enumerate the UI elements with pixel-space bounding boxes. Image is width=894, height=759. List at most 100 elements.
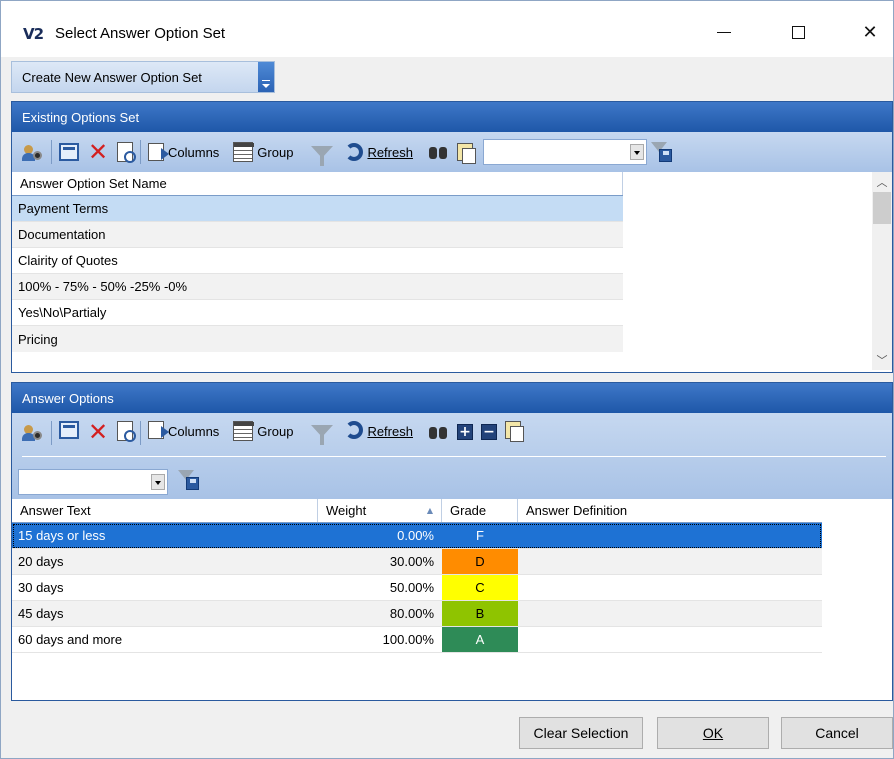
weight-header-label: Weight bbox=[326, 503, 367, 518]
maximize-button[interactable] bbox=[775, 15, 821, 49]
minimize-button[interactable] bbox=[701, 15, 747, 49]
table-row[interactable]: 60 days and more 100.00% A bbox=[12, 627, 822, 653]
answer-text-cell: 45 days bbox=[18, 606, 64, 621]
column-header-answer-option-set-name[interactable]: Answer Option Set Name bbox=[12, 172, 623, 195]
table-row[interactable]: Clairity of Quotes bbox=[12, 248, 623, 274]
grade-cell: A bbox=[442, 627, 518, 652]
create-dropdown-button[interactable] bbox=[258, 62, 274, 92]
answer-options-header: Answer Options bbox=[12, 383, 892, 413]
table-row[interactable]: 15 days or less 0.00% F bbox=[12, 523, 822, 549]
refresh-icon[interactable] bbox=[345, 143, 364, 161]
group-icon[interactable] bbox=[233, 421, 255, 441]
grade-cell: B bbox=[442, 601, 518, 626]
grade-cell: F bbox=[442, 523, 518, 548]
existing-toolbar: ✕ Columns Group Refresh bbox=[12, 132, 892, 172]
clear-selection-button[interactable]: Clear Selection bbox=[519, 717, 643, 749]
columns-icon[interactable] bbox=[148, 143, 169, 161]
answer-definition-cell bbox=[518, 575, 822, 600]
filter-combo[interactable] bbox=[482, 139, 647, 165]
existing-options-header: Existing Options Set bbox=[12, 102, 892, 132]
toolbar-separator bbox=[51, 421, 52, 445]
ok-button[interactable]: OK bbox=[657, 717, 769, 749]
answer-text-cell: 15 days or less bbox=[18, 528, 106, 543]
edit-card-icon[interactable] bbox=[59, 421, 79, 439]
close-button[interactable]: ✕ bbox=[847, 15, 893, 49]
column-header-weight[interactable]: Weight ▲ bbox=[318, 499, 442, 522]
edit-card-icon[interactable] bbox=[59, 143, 79, 161]
toolbar-separator bbox=[51, 140, 52, 164]
copy-icon[interactable] bbox=[456, 143, 476, 164]
cancel-button[interactable]: Cancel bbox=[781, 717, 893, 749]
save-filter-icon[interactable] bbox=[650, 141, 673, 163]
table-row[interactable]: 45 days 80.00% B bbox=[12, 601, 822, 627]
refresh-button[interactable]: Refresh bbox=[367, 421, 413, 443]
table-row[interactable]: Payment Terms bbox=[12, 196, 623, 222]
find-binoculars-icon[interactable] bbox=[427, 141, 449, 163]
group-button[interactable]: Group bbox=[257, 145, 293, 160]
ok-button-label: OK bbox=[702, 725, 724, 741]
filter-icon[interactable] bbox=[311, 146, 334, 166]
columns-icon[interactable] bbox=[148, 421, 169, 439]
preview-document-icon[interactable] bbox=[117, 421, 136, 442]
collapse-minus-icon[interactable]: − bbox=[480, 424, 497, 440]
users-icon[interactable] bbox=[22, 141, 44, 163]
dropdown-arrow-icon bbox=[262, 80, 270, 88]
refresh-icon[interactable] bbox=[345, 421, 364, 439]
save-filter-icon[interactable] bbox=[178, 469, 200, 491]
maximize-icon bbox=[791, 25, 805, 39]
delete-icon[interactable]: ✕ bbox=[87, 138, 109, 166]
row-cell: Clairity of Quotes bbox=[18, 253, 118, 268]
expand-plus-icon[interactable]: + bbox=[456, 424, 473, 440]
grade-cell: C bbox=[442, 575, 518, 600]
column-header-answer-text[interactable]: Answer Text bbox=[12, 499, 318, 522]
weight-cell: 30.00% bbox=[389, 554, 434, 569]
close-icon: ✕ bbox=[862, 21, 878, 43]
scroll-thumb[interactable] bbox=[873, 192, 891, 224]
table-row[interactable]: 20 days 30.00% D bbox=[12, 549, 822, 575]
vertical-scrollbar[interactable]: ︿ ﹀ bbox=[872, 172, 892, 370]
create-new-answer-option-set-button[interactable]: Create New Answer Option Set bbox=[11, 61, 275, 93]
weight-cell: 100.00% bbox=[382, 632, 434, 647]
combo-arrow-icon[interactable] bbox=[151, 474, 165, 490]
preview-document-icon[interactable] bbox=[117, 142, 136, 163]
table-row[interactable]: 30 days 50.00% C bbox=[12, 575, 822, 601]
combo-arrow-icon[interactable] bbox=[629, 144, 644, 160]
table-row[interactable]: Yes\No\Partialy bbox=[12, 300, 623, 326]
scroll-down-icon[interactable]: ﹀ bbox=[872, 350, 892, 370]
dialog-window: V2 Select Answer Option Set ✕ Create New… bbox=[0, 0, 894, 759]
row-cell: Yes\No\Partialy bbox=[18, 305, 107, 320]
weight-cell: 0.00% bbox=[397, 528, 434, 543]
grid-header: Answer Option Set Name bbox=[12, 172, 623, 196]
table-row[interactable]: Pricing bbox=[12, 326, 623, 352]
existing-options-grid: Answer Option Set Name Payment Terms Doc… bbox=[12, 172, 892, 370]
answer-text-cell: 60 days and more bbox=[18, 632, 123, 647]
toolbar-divider bbox=[22, 456, 886, 457]
title-bar: V2 Select Answer Option Set ✕ bbox=[1, 1, 893, 57]
sort-ascending-icon: ▲ bbox=[426, 506, 433, 515]
filter-icon[interactable] bbox=[311, 425, 334, 445]
answer-definition-cell bbox=[518, 523, 822, 548]
columns-button[interactable]: Columns bbox=[168, 145, 219, 160]
group-button[interactable]: Group bbox=[257, 421, 293, 443]
scroll-up-icon[interactable]: ︿ bbox=[872, 172, 892, 192]
minimize-icon bbox=[717, 31, 731, 33]
answer-text-cell: 30 days bbox=[18, 580, 64, 595]
table-row[interactable]: Documentation bbox=[12, 222, 623, 248]
find-binoculars-icon[interactable] bbox=[427, 421, 449, 443]
copy-icon[interactable] bbox=[504, 421, 524, 442]
window-title: Select Answer Option Set bbox=[55, 25, 226, 42]
row-cell: Pricing bbox=[18, 331, 58, 347]
table-row[interactable]: 100% - 75% - 50% -25% -0% bbox=[12, 274, 623, 300]
refresh-button[interactable]: Refresh bbox=[367, 145, 413, 160]
column-header-grade[interactable]: Grade bbox=[442, 499, 518, 522]
users-icon[interactable] bbox=[22, 421, 44, 443]
columns-button[interactable]: Columns bbox=[168, 421, 219, 443]
answer-options-grid: Answer Text Weight ▲ Grade Answer Defini… bbox=[12, 499, 892, 660]
answer-definition-cell bbox=[518, 627, 822, 652]
group-icon[interactable] bbox=[233, 142, 255, 162]
delete-icon[interactable]: ✕ bbox=[87, 418, 109, 446]
column-header-answer-definition[interactable]: Answer Definition bbox=[518, 499, 822, 522]
cancel-button-label: Cancel bbox=[815, 725, 859, 741]
filter-combo[interactable] bbox=[18, 469, 168, 495]
row-cell: Payment Terms bbox=[18, 201, 109, 216]
